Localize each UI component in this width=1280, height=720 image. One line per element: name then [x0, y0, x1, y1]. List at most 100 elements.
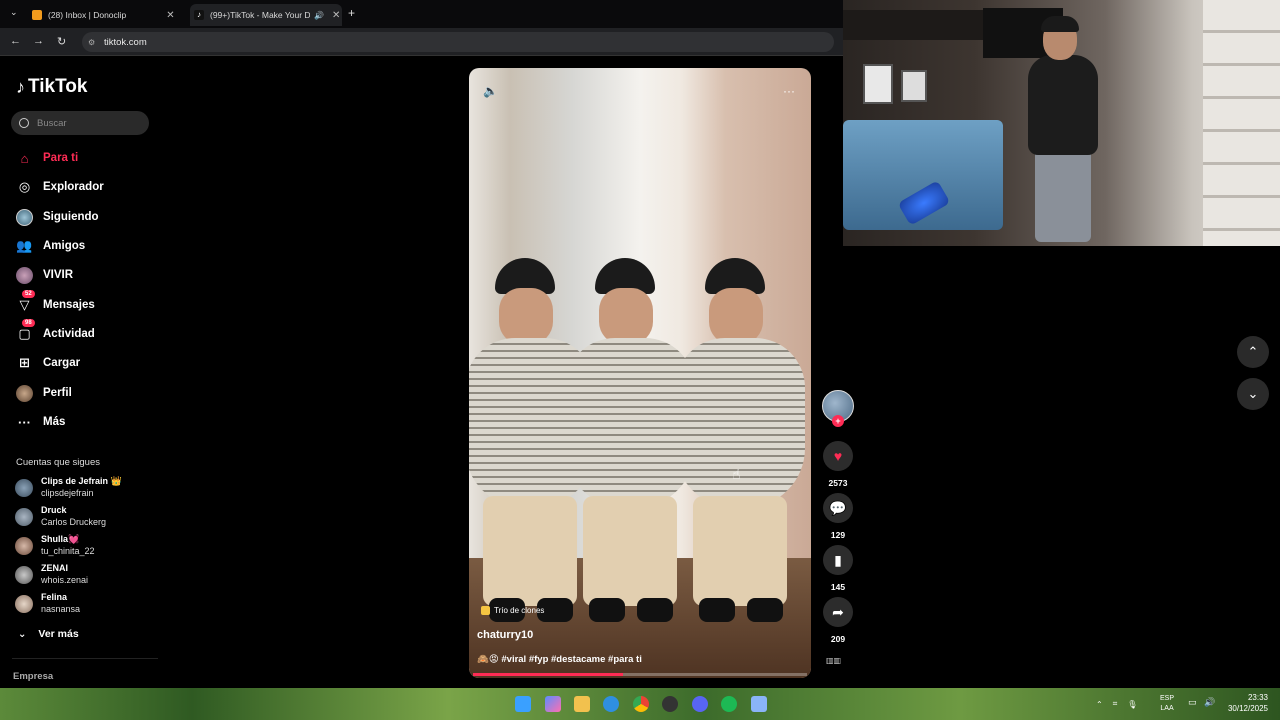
nav-item-cargar[interactable]: ⊞ Cargar — [16, 353, 80, 373]
avatar — [15, 595, 33, 613]
video-username[interactable]: chaturry10 — [477, 629, 533, 641]
edge-icon[interactable] — [603, 696, 619, 712]
donoclip-favicon-icon — [32, 10, 42, 20]
chevron-down-icon: ⌄ — [18, 628, 27, 640]
network-icon[interactable]: ⌗ — [1113, 699, 1118, 709]
file-explorer-icon[interactable] — [574, 696, 590, 712]
messages-badge: 52 — [22, 289, 35, 298]
like-button[interactable]: ♥ 2573 — [823, 441, 853, 488]
microphone-icon[interactable]: 🎙 — [1127, 700, 1137, 709]
tab-title: (99+)TikTok - Make Your Da — [210, 10, 310, 20]
more-options-icon[interactable]: ··· — [783, 84, 795, 98]
search-input[interactable]: Buscar — [11, 111, 149, 135]
more-icon: ··· — [18, 414, 31, 430]
nav-item-amigos[interactable]: 👥 Amigos — [16, 236, 85, 256]
browser-tab-tiktok[interactable]: ♪ (99+)TikTok - Make Your Da 🔊 ✕ — [190, 4, 342, 26]
share-count: 209 — [830, 634, 846, 644]
lang-region: LAA — [1160, 705, 1174, 712]
copilot-icon[interactable] — [545, 696, 561, 712]
video-progress-bar[interactable] — [473, 673, 807, 676]
forward-arrow-icon[interactable]: → — [33, 35, 44, 47]
windows-taskbar — [0, 688, 1280, 720]
following-section-title: Cuentas que sigues — [16, 457, 100, 468]
activity-badge: 98 — [22, 318, 35, 327]
nav-label: Amigos — [43, 240, 86, 252]
tiktok-note-icon: ♪ — [16, 76, 25, 97]
chevron-up-icon: ⌃ — [1247, 344, 1259, 359]
compass-icon: ◎ — [18, 179, 31, 194]
reload-icon[interactable]: ↻ — [57, 35, 66, 48]
spotify-icon[interactable] — [721, 696, 737, 712]
taskbar-clock[interactable]: 23:33 30/12/2025 — [1222, 692, 1268, 714]
tiktok-favicon-icon: ♪ — [194, 10, 204, 20]
chevron-up-icon[interactable]: ⌃ — [1096, 700, 1103, 709]
close-tab-icon[interactable]: ✕ — [166, 10, 174, 21]
previous-video-button[interactable]: ⌃ — [1237, 336, 1269, 368]
effect-star-icon — [481, 606, 490, 615]
follow-plus-icon[interactable]: + — [832, 415, 844, 427]
account-name: Clips de Jefrain — [41, 476, 109, 486]
comment-icon: 💬 — [823, 493, 853, 523]
browser-tab-inbox[interactable]: (28) Inbox | Donoclip ✕ — [32, 4, 175, 26]
save-button[interactable]: ▮ 145 — [823, 545, 853, 592]
upload-icon: ⊞ — [19, 355, 30, 370]
music-disc-icon[interactable]: ▥▥ — [826, 656, 850, 670]
nav-label: Cargar — [43, 357, 81, 369]
next-video-button[interactable]: ⌄ — [1237, 378, 1269, 410]
url-text: tiktok.com — [104, 36, 147, 48]
tiktok-logo[interactable]: ♪ TikTok — [16, 76, 87, 98]
save-count: 145 — [830, 582, 846, 592]
effect-chip[interactable]: Trío de clones — [481, 606, 544, 615]
following-account[interactable]: ZENAI whois.zenai — [15, 563, 88, 586]
following-account[interactable]: Clips de Jefrain 👑 clipsdejefrain — [15, 476, 122, 499]
display-icon[interactable]: ▭ — [1188, 697, 1197, 708]
see-more-label: Ver más — [38, 628, 79, 640]
lang-code: ESP — [1160, 695, 1175, 702]
clock-time: 23:33 — [1247, 693, 1268, 702]
language-indicator[interactable]: ESP LAA — [1160, 694, 1174, 714]
home-icon: ⌂ — [20, 150, 29, 166]
effect-label: Trío de clones — [494, 606, 545, 615]
nav-label: Más — [43, 416, 66, 428]
discord-icon[interactable] — [692, 696, 708, 712]
close-tab-icon[interactable]: ✕ — [332, 10, 340, 21]
volume-icon[interactable]: 🔊 — [1204, 697, 1215, 708]
video-player[interactable]: 🔈 ··· Trío de clones chaturry10 🙈😡 #vira… — [469, 68, 811, 678]
account-handle: Carlos Druckerg — [41, 517, 107, 527]
comment-count: 129 — [830, 530, 846, 540]
nav-item-perfil[interactable]: Perfil — [16, 383, 72, 403]
nav-item-actividad[interactable]: ▢ 98 Actividad — [16, 318, 95, 344]
comment-button[interactable]: 💬 129 — [823, 493, 853, 540]
nav-item-explorador[interactable]: ◎ Explorador — [16, 177, 104, 197]
notepad-icon[interactable] — [751, 696, 767, 712]
chrome-icon[interactable] — [633, 696, 649, 712]
nav-item-siguiendo[interactable]: Siguiendo — [16, 207, 99, 227]
share-button[interactable]: ➦ 209 — [823, 597, 853, 644]
nav-item-mensajes[interactable]: ▽ 52 Mensajes — [16, 289, 95, 315]
search-icon — [19, 118, 29, 128]
avatar — [15, 537, 33, 555]
following-account[interactable]: Felina nasnansa — [15, 592, 80, 615]
nav-label: Siguiendo — [43, 211, 99, 223]
tab-list-chevron-icon[interactable]: ⌄ — [10, 7, 18, 18]
following-account[interactable]: Druck Carlos Druckerg — [15, 505, 106, 528]
see-more-button[interactable]: ⌄ Ver más — [18, 628, 79, 640]
nav-item-para-ti[interactable]: ⌂ Para ti — [16, 148, 79, 168]
account-name: ZENAI — [41, 563, 68, 573]
crown-emoji: 👑 — [110, 476, 122, 486]
avatar — [15, 508, 33, 526]
following-account[interactable]: Shulla💓 tu_chinita_22 — [15, 534, 95, 557]
search-placeholder: Buscar — [37, 117, 67, 129]
nav-item-vivir[interactable]: VIVIR — [16, 265, 73, 285]
site-settings-icon[interactable]: ⚙ — [88, 38, 95, 47]
new-tab-plus-icon[interactable]: + — [348, 6, 355, 20]
url-field[interactable]: ⚙ tiktok.com — [82, 32, 834, 52]
mute-icon[interactable]: 🔈 — [483, 84, 498, 98]
footer-link-empresa[interactable]: Empresa — [13, 671, 53, 682]
back-arrow-icon[interactable]: ← — [10, 35, 21, 47]
speaker-icon[interactable]: 🔊 — [314, 11, 324, 20]
nav-item-mas[interactable]: ··· Más — [16, 412, 65, 432]
windows-start-icon[interactable] — [515, 696, 531, 712]
obs-icon[interactable] — [662, 696, 678, 712]
friends-icon: 👥 — [16, 238, 33, 253]
